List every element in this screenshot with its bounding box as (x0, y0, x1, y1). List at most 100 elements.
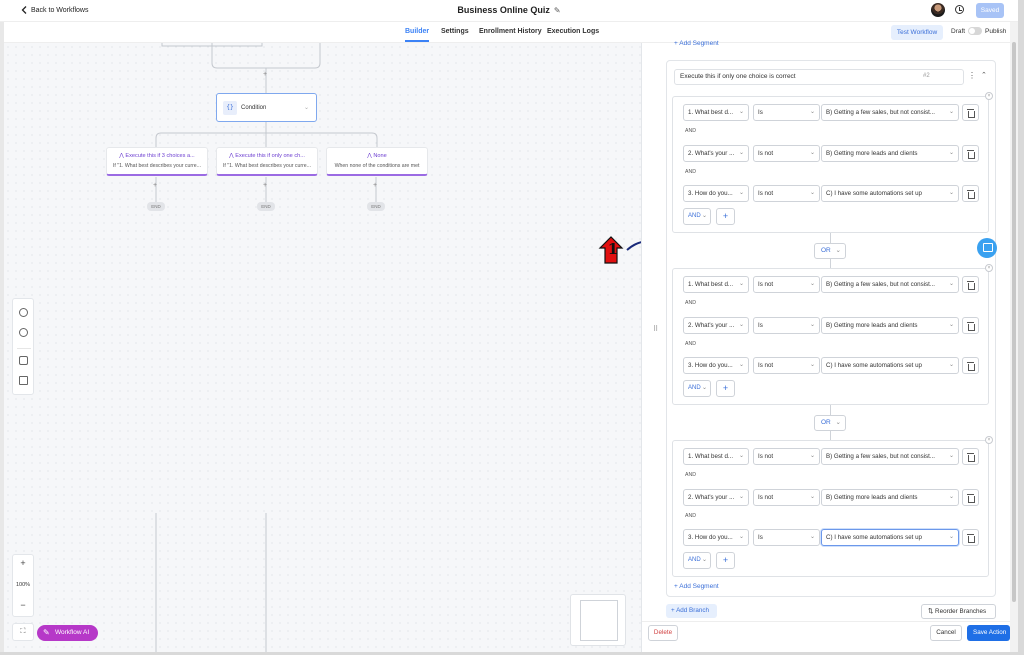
and-operator-select[interactable]: AND ⌄ (683, 552, 711, 569)
chevron-down-icon: ⌄ (948, 534, 954, 540)
add-condition-button[interactable]: + (716, 552, 735, 569)
zoom-in-button[interactable]: + (13, 558, 33, 568)
add-step-plus[interactable]: + (263, 71, 267, 78)
value-select[interactable]: C) I have some automations set up ⌄ (821, 185, 959, 202)
operator-select[interactable]: Is ⌄ (753, 317, 820, 334)
value-select[interactable]: B) Getting more leads and clients ⌄ (821, 317, 959, 334)
chevron-up-icon[interactable]: ⌃ (981, 71, 987, 79)
add-step-plus[interactable]: + (153, 182, 157, 189)
drag-handle-icon[interactable]: ⠿ (653, 325, 658, 333)
cancel-button[interactable]: Cancel (930, 625, 962, 641)
reorder-branches-button[interactable]: ⇅ Reorder Branches (921, 604, 996, 619)
divider (17, 348, 31, 349)
value-select[interactable]: C) I have some automations set up ⌄ (821, 357, 959, 374)
branch-node[interactable]: ⋀ Execute this if only one ch... If "1. … (216, 147, 318, 176)
value-select[interactable]: B) Getting more leads and clients ⌄ (821, 145, 959, 162)
scrollbar-thumb[interactable] (1012, 42, 1016, 602)
add-segment-top-button[interactable]: + Add Segment (674, 40, 719, 47)
value-select[interactable]: C) I have some automations set up ⌄ (821, 529, 959, 546)
tab-builder[interactable]: Builder (405, 28, 430, 42)
pencil-icon[interactable]: ✎ (554, 6, 561, 15)
condition-node[interactable]: {} Condition ⌄ (216, 93, 317, 122)
and-label: AND (685, 513, 696, 519)
branch-index: #2 (923, 73, 930, 79)
chevron-down-icon: ⌄ (738, 190, 744, 196)
value-select[interactable]: B) Getting a few sales, but not consist.… (821, 104, 959, 121)
trash-icon[interactable] (962, 448, 979, 465)
operator-select[interactable]: Is not ⌄ (753, 145, 820, 162)
workflow-canvas[interactable]: + {} Condition ⌄ ⋀ Execute this if 3 cho… (4, 43, 641, 652)
saved-button[interactable]: Saved (976, 3, 1004, 18)
operator-select[interactable]: Is ⌄ (753, 104, 820, 121)
field-select[interactable]: 2. What's your ... ⌄ (683, 489, 749, 506)
add-condition-button[interactable]: + (716, 208, 735, 225)
history-icon[interactable] (955, 5, 964, 14)
minimap[interactable] (570, 594, 626, 646)
and-operator-select[interactable]: AND ⌄ (683, 380, 711, 397)
value-select[interactable]: B) Getting a few sales, but not consist.… (821, 276, 959, 293)
save-action-button[interactable]: Save Action (967, 625, 1010, 641)
check-circle-icon[interactable] (19, 308, 28, 317)
trash-icon[interactable] (962, 357, 979, 374)
zoom-out-button[interactable]: − (13, 600, 33, 610)
chevron-down-icon: ⌄ (809, 362, 815, 368)
close-icon[interactable]: × (985, 436, 993, 444)
or-operator-select[interactable]: OR ⌄ (814, 243, 846, 259)
trash-icon[interactable] (962, 317, 979, 334)
field-select[interactable]: 1. What best d... ⌄ (683, 448, 749, 465)
add-condition-button[interactable]: + (716, 380, 735, 397)
delete-button[interactable]: Delete (648, 625, 678, 641)
more-options-icon[interactable]: ⋮ (968, 71, 976, 80)
field-select[interactable]: 3. How do you... ⌄ (683, 185, 749, 202)
operator-select[interactable]: Is not ⌄ (753, 489, 820, 506)
pie-chart-icon[interactable] (19, 328, 28, 337)
chat-support-icon[interactable] (977, 238, 997, 258)
branch-name-input[interactable]: Execute this if only one choice is corre… (674, 69, 964, 85)
branch-subtitle: If "1. What best describes your curre... (112, 163, 202, 169)
operator-select[interactable]: Is ⌄ (753, 529, 820, 546)
add-branch-button[interactable]: + Add Branch (666, 604, 717, 618)
trash-icon[interactable] (962, 529, 979, 546)
operator-select[interactable]: Is not ⌄ (753, 185, 820, 202)
tab-enrollment-history[interactable]: Enrollment History (479, 28, 542, 35)
trash-icon[interactable] (962, 145, 979, 162)
tab-execution-logs[interactable]: Execution Logs (547, 28, 599, 35)
branch-node[interactable]: ⋀ Execute this if 3 choices a... If "1. … (106, 147, 208, 176)
tab-bar: Builder Settings Enrollment History Exec… (0, 22, 1018, 43)
field-select[interactable]: 3. How do you... ⌄ (683, 357, 749, 374)
and-operator-select[interactable]: AND ⌄ (683, 208, 711, 225)
sticky-note-icon[interactable] (19, 376, 28, 385)
field-select[interactable]: 2. What's your ... ⌄ (683, 145, 749, 162)
branch-title: ⋀ Execute this if only one ch... (229, 153, 305, 159)
operator-select[interactable]: Is not ⌄ (753, 276, 820, 293)
trash-icon[interactable] (962, 185, 979, 202)
value-select[interactable]: B) Getting a few sales, but not consist.… (821, 448, 959, 465)
add-segment-bottom-button[interactable]: + Add Segment (674, 583, 719, 590)
trash-icon[interactable] (962, 104, 979, 121)
comment-icon[interactable] (19, 356, 28, 365)
trash-icon[interactable] (962, 276, 979, 293)
field-select[interactable]: 3. How do you... ⌄ (683, 529, 749, 546)
operator-select[interactable]: Is not ⌄ (753, 357, 820, 374)
tab-settings[interactable]: Settings (441, 28, 469, 35)
value-select[interactable]: B) Getting more leads and clients ⌄ (821, 489, 959, 506)
branch-node[interactable]: ⋀ None When none of the conditions are m… (326, 147, 428, 176)
operator-select[interactable]: Is not ⌄ (753, 448, 820, 465)
test-workflow-button[interactable]: Test Workflow (891, 25, 943, 40)
fit-view-button[interactable]: ⛶ (12, 623, 34, 641)
close-icon[interactable]: × (985, 264, 993, 272)
close-icon[interactable]: × (985, 92, 993, 100)
add-step-plus[interactable]: + (373, 182, 377, 189)
or-operator-select[interactable]: OR ⌄ (814, 415, 846, 431)
publish-toggle[interactable] (968, 27, 982, 35)
trash-icon[interactable] (962, 489, 979, 506)
chevron-down-icon: ⌄ (809, 453, 815, 459)
field-select[interactable]: 1. What best d... ⌄ (683, 104, 749, 121)
field-select[interactable]: 1. What best d... ⌄ (683, 276, 749, 293)
scrollbar[interactable] (1010, 22, 1018, 652)
avatar[interactable] (931, 3, 945, 17)
add-step-plus[interactable]: + (263, 182, 267, 189)
chevron-down-icon: ⌄ (809, 494, 815, 500)
workflow-ai-button[interactable]: Workflow AI (37, 625, 98, 641)
field-select[interactable]: 2. What's your ... ⌄ (683, 317, 749, 334)
